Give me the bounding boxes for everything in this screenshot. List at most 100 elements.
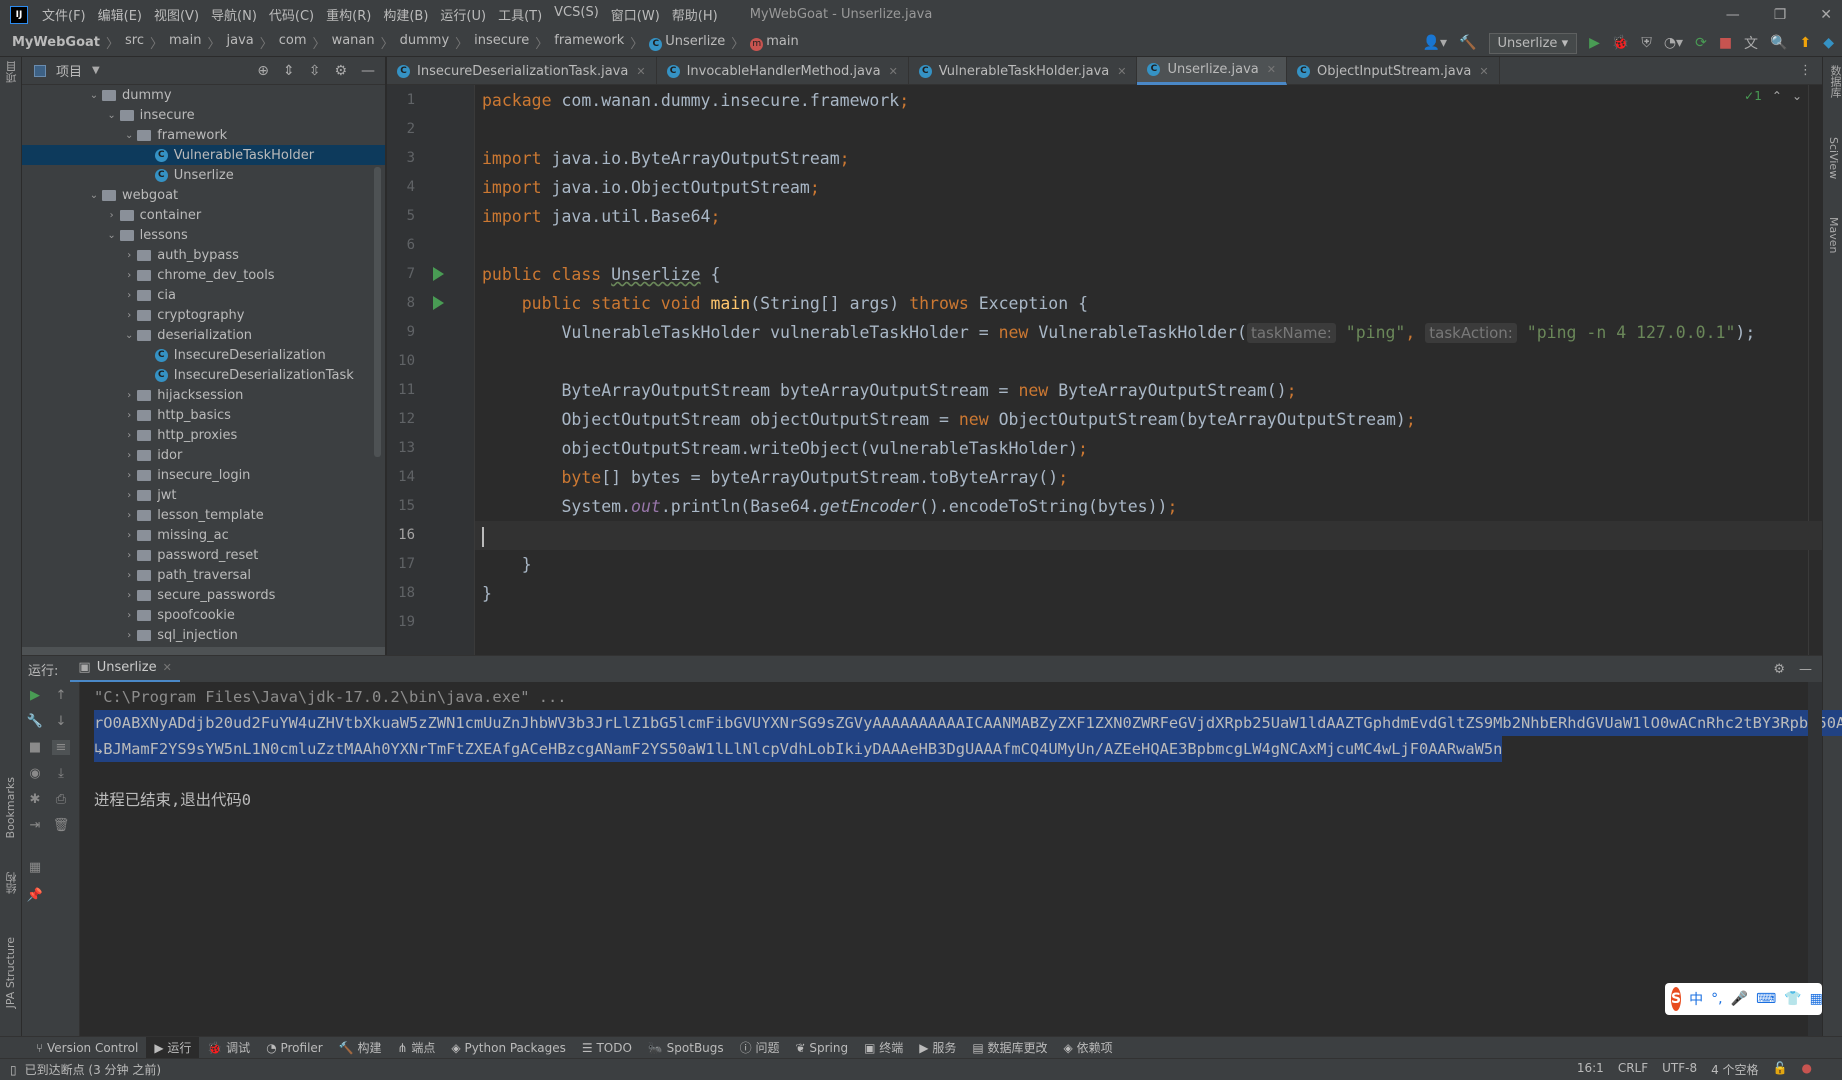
pin-icon[interactable]: 📌 — [26, 888, 44, 903]
close-icon[interactable]: ✕ — [889, 65, 898, 78]
tree-item[interactable]: › http_proxies — [22, 425, 385, 445]
chevron-right-icon[interactable]: › — [121, 290, 137, 301]
chevron-right-icon[interactable]: › — [121, 510, 137, 521]
profile-icon[interactable]: ◔▾ — [1664, 35, 1683, 51]
keyboard-icon[interactable]: ⌨ — [1756, 991, 1776, 1007]
chevron-right-icon[interactable]: › — [104, 210, 120, 221]
run-config-select[interactable]: Unserlize ▾ — [1488, 32, 1578, 54]
chevron-right-icon[interactable]: › — [121, 630, 137, 641]
breadcrumb-item[interactable]: main — [169, 33, 201, 52]
debug-icon[interactable]: 🐞 — [1612, 35, 1629, 51]
breadcrumb-method[interactable]: m main — [750, 34, 799, 51]
rerun-icon[interactable]: ▶ — [26, 688, 44, 703]
breadcrumb-item[interactable]: java — [227, 33, 254, 52]
menu-item[interactable]: 代码(C) — [269, 5, 314, 24]
soft-wrap-icon[interactable]: ≡ — [52, 740, 70, 755]
project-view-select[interactable]: 项目 — [56, 61, 82, 80]
coverage-icon[interactable]: ⛨ — [1641, 35, 1652, 51]
status-message[interactable]: 已到达断点 (3 分钟 之前) — [25, 1061, 161, 1078]
tree-item[interactable]: › idor — [22, 445, 385, 465]
punctuation-icon[interactable]: °, — [1711, 991, 1722, 1007]
chevron-down-icon[interactable]: ⌄ — [121, 130, 137, 141]
restore-button[interactable]: ❐ — [1774, 7, 1787, 23]
tool-window-button[interactable]: ◈ 依赖项 — [1056, 1037, 1121, 1059]
file-encoding[interactable]: UTF-8 — [1662, 1061, 1697, 1078]
menu-item[interactable]: 运行(U) — [440, 5, 486, 24]
menu-item[interactable]: 窗口(W) — [611, 5, 660, 24]
gear-icon[interactable]: ⚙ — [334, 63, 347, 79]
code-editor[interactable]: 1 2 3 4 5 6 7 8 9 10 11 12 13 14 15 16 17 18 19 ✓1 ⌃ ⌄ pac… — [387, 85, 1822, 655]
chevron-right-icon[interactable]: › — [121, 450, 137, 461]
hide-icon[interactable]: — — [361, 63, 375, 79]
tree-item[interactable]: C InsecureDeserialization — [22, 345, 385, 365]
tree-item[interactable]: ⌄ deserialization — [22, 325, 385, 345]
close-icon[interactable]: ✕ — [163, 661, 172, 674]
chevron-right-icon[interactable]: › — [121, 590, 137, 601]
maven-tool-button[interactable]: Maven — [1827, 217, 1840, 253]
tool-window-button[interactable]: 🔨 构建 — [331, 1037, 390, 1059]
run-tab-unserlize[interactable]: ▣ Unserlize ✕ — [70, 656, 180, 683]
more-tabs-icon[interactable]: ⋮ — [1789, 57, 1822, 84]
stop-icon[interactable]: ■ — [1719, 35, 1732, 51]
close-icon[interactable]: ✕ — [1479, 65, 1488, 78]
tree-item[interactable]: ⌄ lessons — [22, 225, 385, 245]
close-icon[interactable]: ✕ — [636, 65, 645, 78]
chevron-right-icon[interactable]: › — [121, 410, 137, 421]
breadcrumb-item[interactable]: com — [279, 33, 307, 52]
menu-item[interactable]: 帮助(H) — [672, 5, 718, 24]
tree-item[interactable]: › secure_passwords — [22, 585, 385, 605]
editor-tab[interactable]: C Unserlize.java ✕ — [1137, 57, 1287, 85]
chevron-down-icon[interactable]: ▼ — [92, 65, 100, 76]
rerun-icon[interactable]: ⟳ — [1695, 35, 1707, 51]
tool-window-button[interactable]: ▣ 终端 — [856, 1037, 911, 1059]
stop-icon[interactable]: ■ — [26, 740, 44, 755]
project-tool-button[interactable]: 项目 — [4, 61, 20, 83]
breadcrumb-class[interactable]: C Unserlize — [649, 34, 725, 51]
tree-item[interactable]: › password_reset — [22, 545, 385, 565]
menu-item[interactable]: 构建(B) — [383, 5, 428, 24]
tree-item[interactable]: › chrome_dev_tools — [22, 265, 385, 285]
breadcrumb-item[interactable]: insecure — [474, 33, 529, 52]
structure-tool-button[interactable]: 结构 — [4, 872, 20, 894]
tree-item[interactable]: ⌄ insecure — [22, 105, 385, 125]
indent-setting[interactable]: 4 个空格 — [1711, 1061, 1758, 1078]
chevron-down-icon[interactable]: ⌄ — [86, 90, 102, 101]
tool-window-button[interactable]: ⓘ 问题 — [732, 1037, 788, 1059]
chevron-right-icon[interactable]: › — [121, 310, 137, 321]
chevron-right-icon[interactable]: › — [121, 550, 137, 561]
tool-window-button[interactable]: 🐜 SpotBugs — [640, 1037, 732, 1059]
editor-tab[interactable]: C ObjectInputStream.java ✕ — [1287, 57, 1500, 85]
tree-item[interactable]: › auth_bypass — [22, 245, 385, 265]
chevron-right-icon[interactable]: › — [121, 570, 137, 581]
ime-mode[interactable]: 中 — [1689, 989, 1703, 1009]
tree-item[interactable]: › cia — [22, 285, 385, 305]
run-gutter-icon[interactable] — [433, 267, 444, 281]
tree-item[interactable]: › hijacksession — [22, 385, 385, 405]
user-icon[interactable]: 👤▾ — [1423, 35, 1447, 51]
tree-item[interactable]: › spoofcookie — [22, 605, 385, 625]
editor-tab[interactable]: C InsecureDeserializationTask.java ✕ — [387, 57, 657, 85]
tree-item[interactable]: › missing_ac — [22, 525, 385, 545]
build-hammer-icon[interactable]: 🔨 — [1459, 35, 1476, 51]
caret-position[interactable]: 16:1 — [1577, 1061, 1604, 1078]
tree-item[interactable]: › path_traversal — [22, 565, 385, 585]
print-icon[interactable]: ⎙ — [52, 792, 70, 807]
breadcrumb-item[interactable]: framework — [554, 33, 624, 52]
tree-item[interactable]: › http_basics — [22, 405, 385, 425]
minimize-button[interactable]: — — [1726, 7, 1740, 23]
menu-item[interactable]: 编辑(E) — [98, 5, 142, 24]
chevron-down-icon[interactable]: ⌄ — [104, 230, 120, 241]
console-output[interactable]: "C:\Program Files\Java\jdk-17.0.2\bin\ja… — [80, 682, 1842, 1036]
grid-icon[interactable]: ▦ — [1810, 991, 1823, 1007]
tool-window-button[interactable]: ◈ Python Packages — [443, 1037, 573, 1059]
tree-item[interactable]: C VulnerableTaskHolder — [22, 145, 385, 165]
ime-toolbar[interactable]: S 中 °, 🎤 ⌨ 👕 ▦ — [1665, 983, 1823, 1015]
menu-item[interactable]: 工具(T) — [498, 5, 542, 24]
hide-icon[interactable]: — — [1799, 662, 1812, 677]
breadcrumb-item[interactable]: wanan — [332, 33, 375, 52]
breadcrumb-project[interactable]: MyWebGoat — [12, 35, 100, 50]
breadcrumb-item[interactable]: src — [125, 33, 144, 52]
debug-icon[interactable]: ✱ — [26, 792, 44, 807]
layout-icon[interactable]: ▦ — [26, 860, 44, 875]
tree-item[interactable]: › jwt — [22, 485, 385, 505]
